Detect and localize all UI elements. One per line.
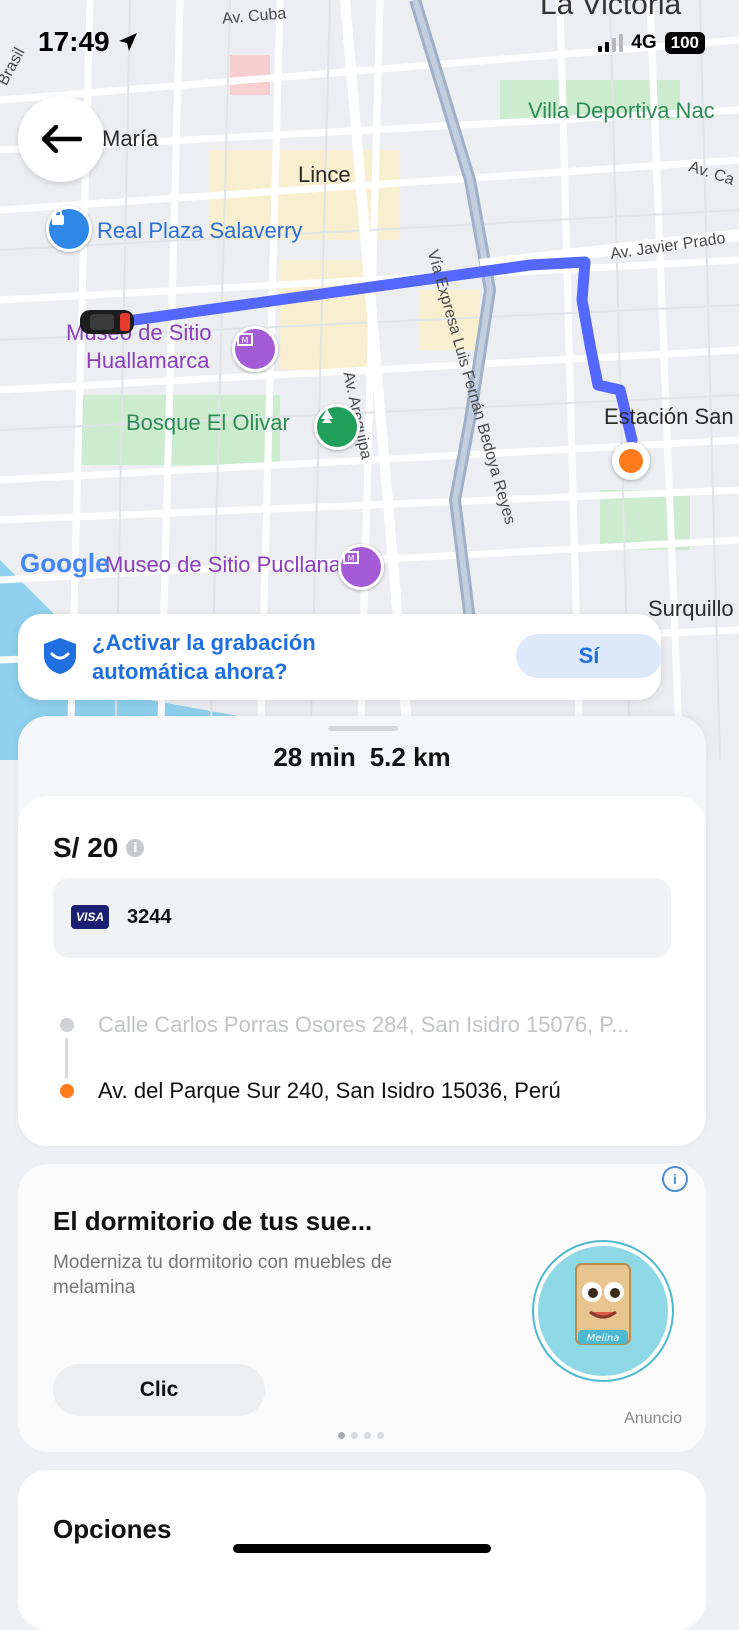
trip-duration: 28 min: [273, 742, 356, 772]
destination-dot-icon: [60, 1084, 74, 1098]
battery-icon: 100: [664, 32, 705, 54]
trip-details-card: S/ 20 i VISA 3244 Calle Carlos Porras Os…: [18, 796, 706, 1146]
status-indicators: 4G 100: [598, 32, 705, 54]
options-title: Opciones: [53, 1514, 172, 1544]
trip-summary: 28 min 5.2 km: [18, 742, 706, 773]
map-label-real-plaza: Real Plaza Salaverry: [97, 218, 303, 243]
carousel-dot[interactable]: [377, 1432, 384, 1439]
ad-description: Moderniza tu dormitorio con muebles de m…: [53, 1252, 393, 1298]
carousel-dots: [338, 1432, 384, 1439]
map-label-museo-pucllana: Museo de Sitio Pucllana: [105, 552, 342, 577]
fare-amount: S/ 20: [53, 832, 119, 863]
map-label-lince: Lince: [298, 162, 351, 187]
google-logo: Google: [20, 548, 110, 578]
carousel-dot[interactable]: [351, 1432, 358, 1439]
ad-info-icon[interactable]: i: [662, 1166, 688, 1192]
origin-address[interactable]: Calle Carlos Porras Osores 284, San Isid…: [98, 1012, 678, 1038]
car-icon: [78, 306, 136, 338]
ad-title: El dormitorio de tus sue...: [53, 1206, 373, 1236]
svg-text:M: M: [348, 554, 355, 563]
map-label-maria: María: [102, 126, 159, 151]
map-label-surquillo: Surquillo: [648, 596, 734, 621]
sheet-grabber[interactable]: [328, 726, 398, 731]
status-time: 17:49: [38, 26, 139, 58]
ad-sponsored-label: Anuncio: [624, 1410, 682, 1427]
map-label-estacion: Estación San: [604, 404, 734, 429]
arrow-left-icon: [41, 125, 82, 153]
payment-method[interactable]: VISA 3244: [53, 878, 671, 958]
park-tree-icon[interactable]: [314, 404, 360, 450]
ad-mascot-image: Melina: [534, 1242, 672, 1380]
museum-icon[interactable]: M: [338, 544, 384, 590]
ad-cta-button[interactable]: Clic: [53, 1364, 265, 1416]
map-label-bosque-olivar: Bosque El Olivar: [126, 410, 290, 435]
home-indicator[interactable]: [233, 1544, 491, 1553]
visa-card-icon: VISA: [71, 905, 109, 929]
destination-pin-icon: [612, 442, 650, 480]
cellular-signal-icon: [598, 34, 624, 52]
auto-recording-prompt: ¿Activar la grabación automática ahora?: [92, 630, 316, 684]
ad-card[interactable]: i El dormitorio de tus sue... Moderniza …: [18, 1164, 706, 1452]
shopping-bag-icon[interactable]: [46, 206, 92, 252]
origin-dot-icon: [60, 1018, 74, 1032]
info-icon[interactable]: i: [126, 839, 145, 857]
destination-address[interactable]: Av. del Parque Sur 240, San Isidro 15036…: [98, 1078, 678, 1104]
network-type: 4G: [631, 32, 657, 53]
svg-text:M: M: [242, 336, 249, 345]
back-button[interactable]: [18, 96, 104, 182]
map-label-museo-huallamarca-2: Huallamarca: [86, 348, 210, 373]
map-label-la-victoria: La Victoria: [540, 0, 682, 21]
ad-logo-text: Melina: [587, 1333, 620, 1344]
shield-icon: [44, 638, 76, 674]
fare: S/ 20 i: [53, 832, 145, 864]
route-connector: [65, 1038, 68, 1078]
trip-distance: 5.2 km: [369, 742, 451, 772]
map-label-villa-deportiva: Villa Deportiva Nac: [528, 98, 715, 123]
auto-recording-banner: ¿Activar la grabación automática ahora? …: [18, 614, 662, 700]
carousel-dot[interactable]: [338, 1432, 345, 1439]
trip-sheet: 28 min 5.2 km S/ 20 i VISA 3244 Calle Car…: [18, 716, 706, 1146]
status-time-text: 17:49: [38, 26, 110, 57]
carousel-dot[interactable]: [364, 1432, 371, 1439]
location-arrow-icon: [119, 33, 138, 51]
museum-icon[interactable]: M: [232, 326, 278, 372]
card-last4: 3244: [127, 906, 172, 928]
enable-recording-button[interactable]: Sí: [516, 634, 662, 678]
